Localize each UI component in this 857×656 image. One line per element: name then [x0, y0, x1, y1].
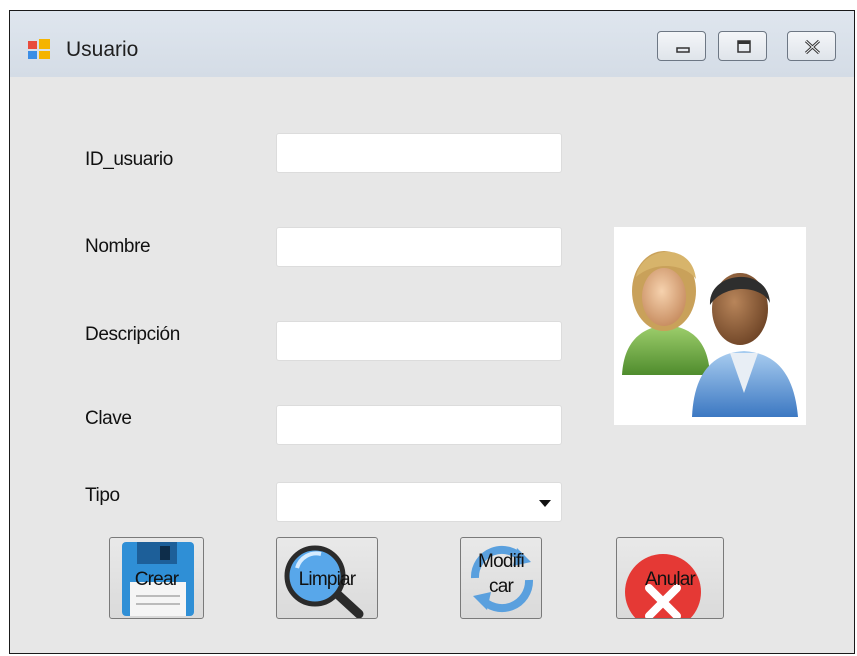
limpiar-button[interactable]: Limpiar [276, 537, 378, 619]
crear-button[interactable]: Crear [109, 537, 204, 619]
anular-label: Anular [644, 569, 696, 590]
close-button[interactable] [787, 31, 836, 61]
tipo-combobox[interactable] [276, 482, 562, 522]
clave-label: Clave [85, 408, 132, 429]
tipo-label: Tipo [85, 485, 120, 506]
clave-input[interactable] [276, 405, 562, 445]
users-icon [622, 251, 798, 417]
nombre-input[interactable] [276, 227, 562, 267]
id-usuario-label: ID_usuario [85, 149, 173, 170]
modificar-label-line2: car [489, 576, 514, 597]
users-picture [614, 227, 806, 425]
close-icon [804, 39, 821, 55]
chevron-down-icon [539, 500, 551, 507]
modificar-label-line1: Modifi [478, 551, 525, 572]
minimize-icon [676, 47, 690, 53]
limpiar-label: Limpiar [298, 569, 357, 590]
id-usuario-input[interactable] [276, 133, 562, 173]
maximize-icon [737, 40, 751, 53]
window-title: Usuario [66, 38, 139, 61]
nombre-label: Nombre [85, 236, 151, 257]
title-bar[interactable]: Usuario [10, 11, 854, 77]
windows-form-icon [28, 39, 50, 59]
usuario-window: Usuario ID_usuario Nombre Descripción Cl… [9, 10, 855, 654]
descripcion-input[interactable] [276, 321, 562, 361]
anular-button[interactable]: Anular [616, 537, 724, 619]
minimize-button[interactable] [657, 31, 706, 61]
crear-label: Crear [134, 569, 179, 590]
descripcion-label: Descripción [85, 324, 180, 345]
maximize-button[interactable] [718, 31, 767, 61]
modificar-button[interactable]: Modifi car [460, 537, 542, 619]
